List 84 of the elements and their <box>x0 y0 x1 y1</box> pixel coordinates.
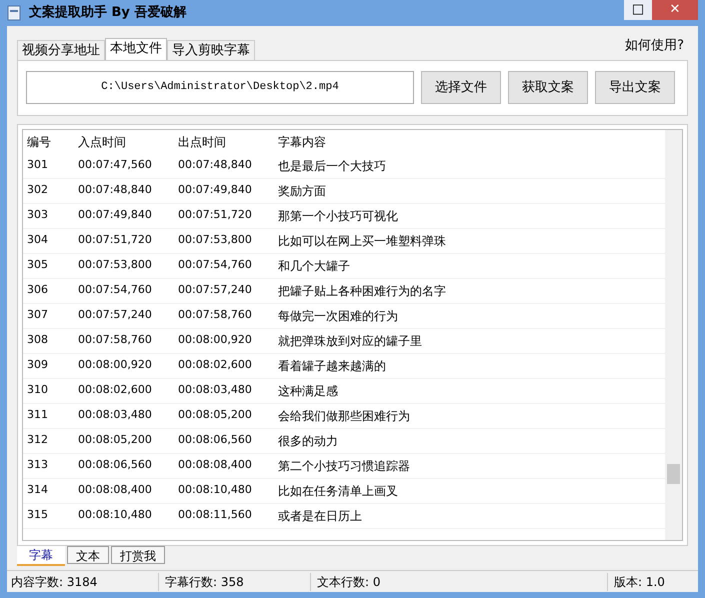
table-cell-text: 00:08:03,480 <box>177 382 253 398</box>
table-cell-text: 303 <box>26 207 49 224</box>
table-cell-text: 00:07:51,720 <box>77 232 153 248</box>
scrollbar[interactable] <box>665 130 682 540</box>
table-cell-text: 00:08:06,560 <box>77 457 153 474</box>
table-cell-text: 00:07:51,720 <box>177 207 253 224</box>
table-cell-text: 第二个小技巧习惯追踪器 <box>277 458 411 474</box>
table-cell-text: 00:08:08,400 <box>177 457 253 474</box>
tab[interactable]: 视频分享地址 <box>17 40 105 60</box>
action-button[interactable]: 选择文件 <box>421 71 501 104</box>
table-cell-text: 00:07:58,760 <box>77 332 153 348</box>
table-cell-text: 305 <box>26 257 49 274</box>
table-cell-text: 也是最后一个大技巧 <box>277 158 387 174</box>
table-cell-text: 00:07:53,800 <box>77 257 153 274</box>
table-cell-text: 00:07:57,240 <box>77 307 153 324</box>
action-button[interactable]: 获取文案 <box>508 71 588 104</box>
table-cell-text: 309 <box>26 357 49 374</box>
table-cell-text: 310 <box>26 382 49 398</box>
table-cell-text: 很多的动力 <box>277 432 339 450</box>
table-cell-text: 比如可以在网上买一堆塑料弹珠 <box>277 232 447 250</box>
table-cell-text: 313 <box>26 457 49 474</box>
table-cell-text: 00:08:02,600 <box>77 382 153 398</box>
table-cell-text: 把罐子贴上各种困难行为的名字 <box>277 282 447 300</box>
table-cell-text: 00:07:48,840 <box>77 182 153 198</box>
table-cell-text: 302 <box>26 182 49 198</box>
table-cell-text: 311 <box>26 407 49 424</box>
table-cell-text: 00:08:05,200 <box>77 432 153 448</box>
window-title: 文案提取助手 By 吾爱破解 <box>29 4 186 22</box>
tab[interactable]: 导入剪映字幕 <box>167 40 255 60</box>
table-cell-text: 00:08:11,560 <box>177 507 253 524</box>
tab[interactable]: 字幕 <box>17 546 65 566</box>
file-path-field[interactable]: C:\Users\Administrator\Desktop\2.mp4 <box>26 71 414 104</box>
table-cell-text: 比如在任务清单上画叉 <box>277 482 399 500</box>
column-header[interactable]: 入点时间 <box>74 132 174 150</box>
column-header[interactable]: 字幕内容 <box>274 132 665 150</box>
table-cell-text: 00:08:00,920 <box>77 357 153 374</box>
table-cell-text: 00:07:54,760 <box>77 282 153 298</box>
table-cell-text: 00:08:06,560 <box>177 432 253 448</box>
table-cell-text: 304 <box>26 232 49 248</box>
column-header[interactable]: 编号 <box>23 132 74 150</box>
table-cell-text: 307 <box>26 307 49 324</box>
table-cell-text: 00:07:49,840 <box>177 182 253 198</box>
table-cell-text: 00:07:57,240 <box>177 282 253 298</box>
table-cell-text: 或者是在日历上 <box>277 508 363 524</box>
table-cell-text: 这种满足感 <box>277 382 339 400</box>
column-header[interactable]: 出点时间 <box>174 132 274 150</box>
maximize-button[interactable]: □ <box>624 0 652 20</box>
table-cell-text: 奖励方面 <box>277 182 327 200</box>
table-cell-text: 看着罐子越来越满的 <box>277 358 387 374</box>
status-text: 文本行数: 0 <box>311 572 608 590</box>
table-cell-text: 就把弹珠放到对应的罐子里 <box>277 332 423 350</box>
table-cell-text: 00:07:53,800 <box>177 232 253 248</box>
table-cell-text: 00:07:54,760 <box>177 257 253 274</box>
table-cell-text: 00:08:10,480 <box>177 482 253 498</box>
action-button[interactable]: 导出文案 <box>595 71 675 104</box>
help-link[interactable]: 如何使用? <box>625 36 684 56</box>
table-cell-text: 00:08:08,400 <box>77 482 153 498</box>
table-cell-text: 00:07:49,840 <box>77 207 153 224</box>
table-cell-text: 那第一个小技巧可视化 <box>277 208 399 224</box>
table-cell-text: 00:08:03,480 <box>77 407 153 424</box>
tab[interactable]: 文本 <box>67 546 109 564</box>
table-cell-text: 315 <box>26 507 49 524</box>
table-cell-text: 00:07:58,760 <box>177 307 253 324</box>
status-text: 字幕行数: 358 <box>159 572 311 590</box>
table-cell-text: 00:07:47,560 <box>77 157 153 174</box>
tab[interactable]: 本地文件 <box>105 38 167 60</box>
close-button[interactable]: ✕ <box>652 0 698 20</box>
table-cell-text: 312 <box>26 432 49 448</box>
table-cell-text: 00:07:48,840 <box>177 157 253 174</box>
status-text: 内容字数: 3184 <box>7 572 159 590</box>
status-text: 版本: 1.0 <box>613 574 666 590</box>
table-cell-text: 00:08:05,200 <box>177 407 253 424</box>
table-cell-text: 314 <box>26 482 49 498</box>
table-cell-text: 308 <box>26 332 49 348</box>
tab[interactable]: 打赏我 <box>111 546 165 564</box>
table-cell-text: 00:08:02,600 <box>177 357 253 374</box>
table-cell-text: 306 <box>26 282 49 298</box>
app-icon <box>7 5 21 21</box>
table-cell-text: 每做完一次困难的行为 <box>277 308 399 324</box>
table-cell-text: 00:08:00,920 <box>177 332 253 348</box>
table-cell-text: 和几个大罐子 <box>277 258 351 274</box>
table-cell-text: 301 <box>26 157 49 174</box>
table-cell-text: 00:08:10,480 <box>77 507 153 524</box>
table-cell-text: 会给我们做那些困难行为 <box>277 408 411 424</box>
